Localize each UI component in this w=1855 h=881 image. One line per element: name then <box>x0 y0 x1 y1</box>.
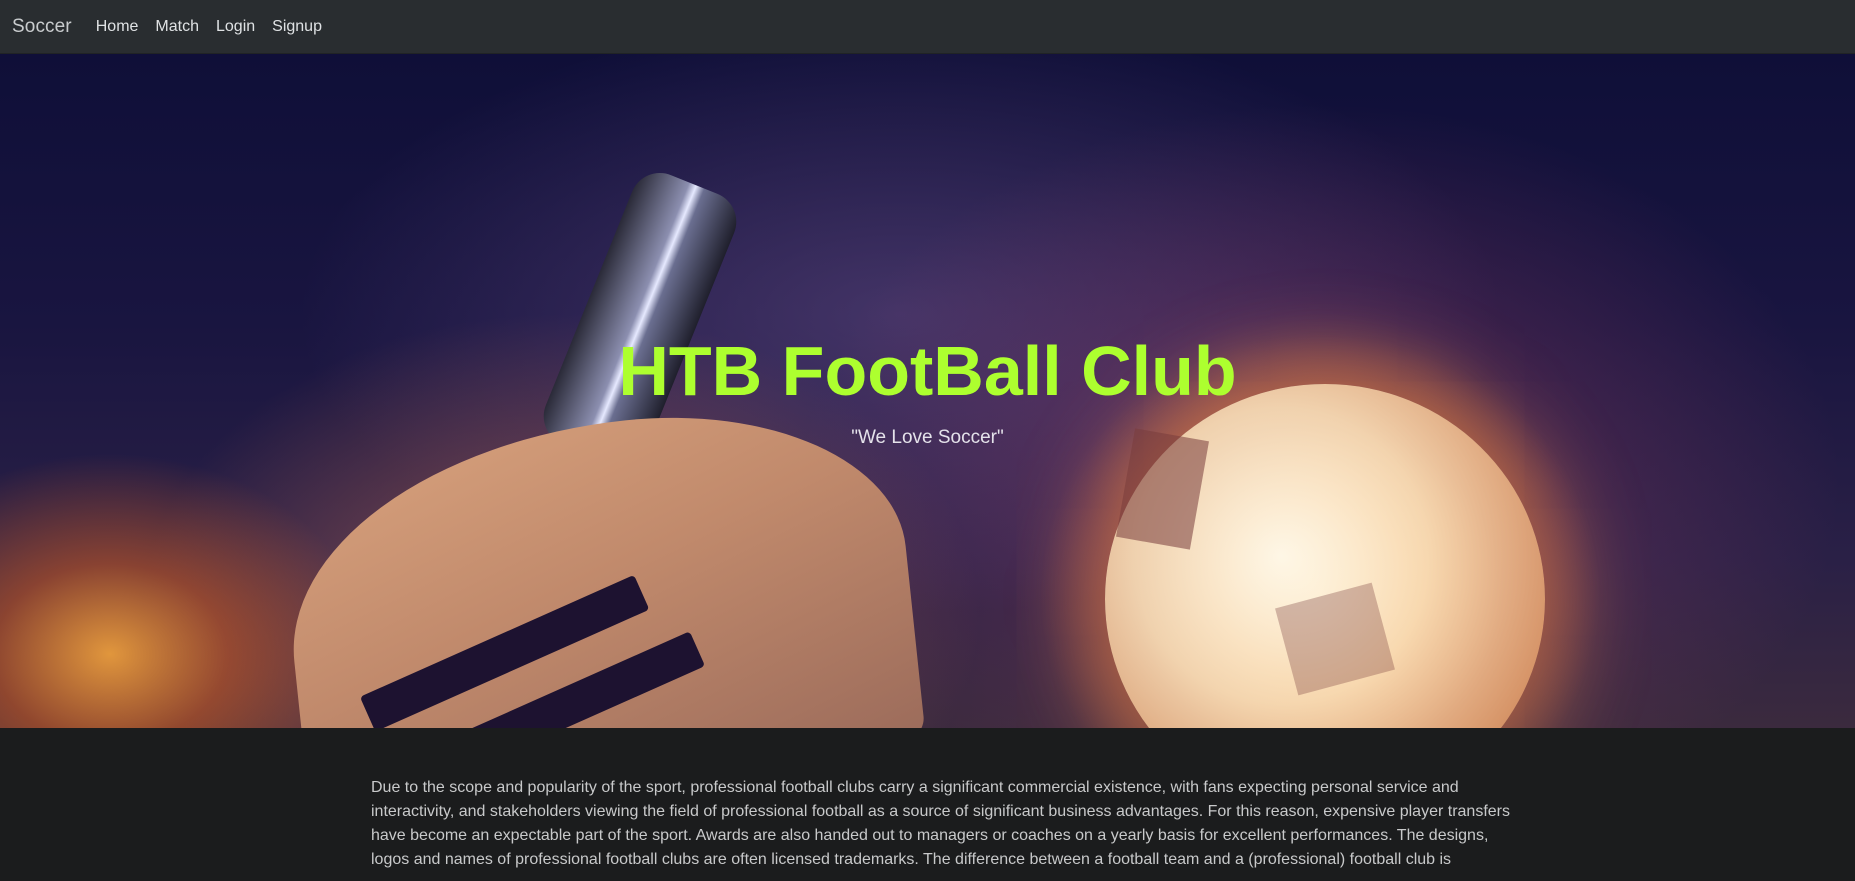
main-content: Due to the scope and popularity of the s… <box>371 776 1521 872</box>
hero-title: HTB FootBall Club <box>618 332 1237 410</box>
nav-link-signup[interactable]: Signup <box>272 18 322 36</box>
nav-link-home[interactable]: Home <box>96 18 139 36</box>
nav-link-match[interactable]: Match <box>155 18 199 36</box>
hero-banner: HTB FootBall Club "We Love Soccer" <box>0 54 1855 728</box>
intro-paragraph: Due to the scope and popularity of the s… <box>371 779 1510 868</box>
nav-link-login[interactable]: Login <box>216 18 255 36</box>
hero-subtitle: "We Love Soccer" <box>851 427 1004 448</box>
brand-link[interactable]: Soccer <box>12 16 72 38</box>
top-navbar: Soccer Home Match Login Signup <box>0 0 1855 54</box>
ball-patch <box>1275 582 1395 696</box>
